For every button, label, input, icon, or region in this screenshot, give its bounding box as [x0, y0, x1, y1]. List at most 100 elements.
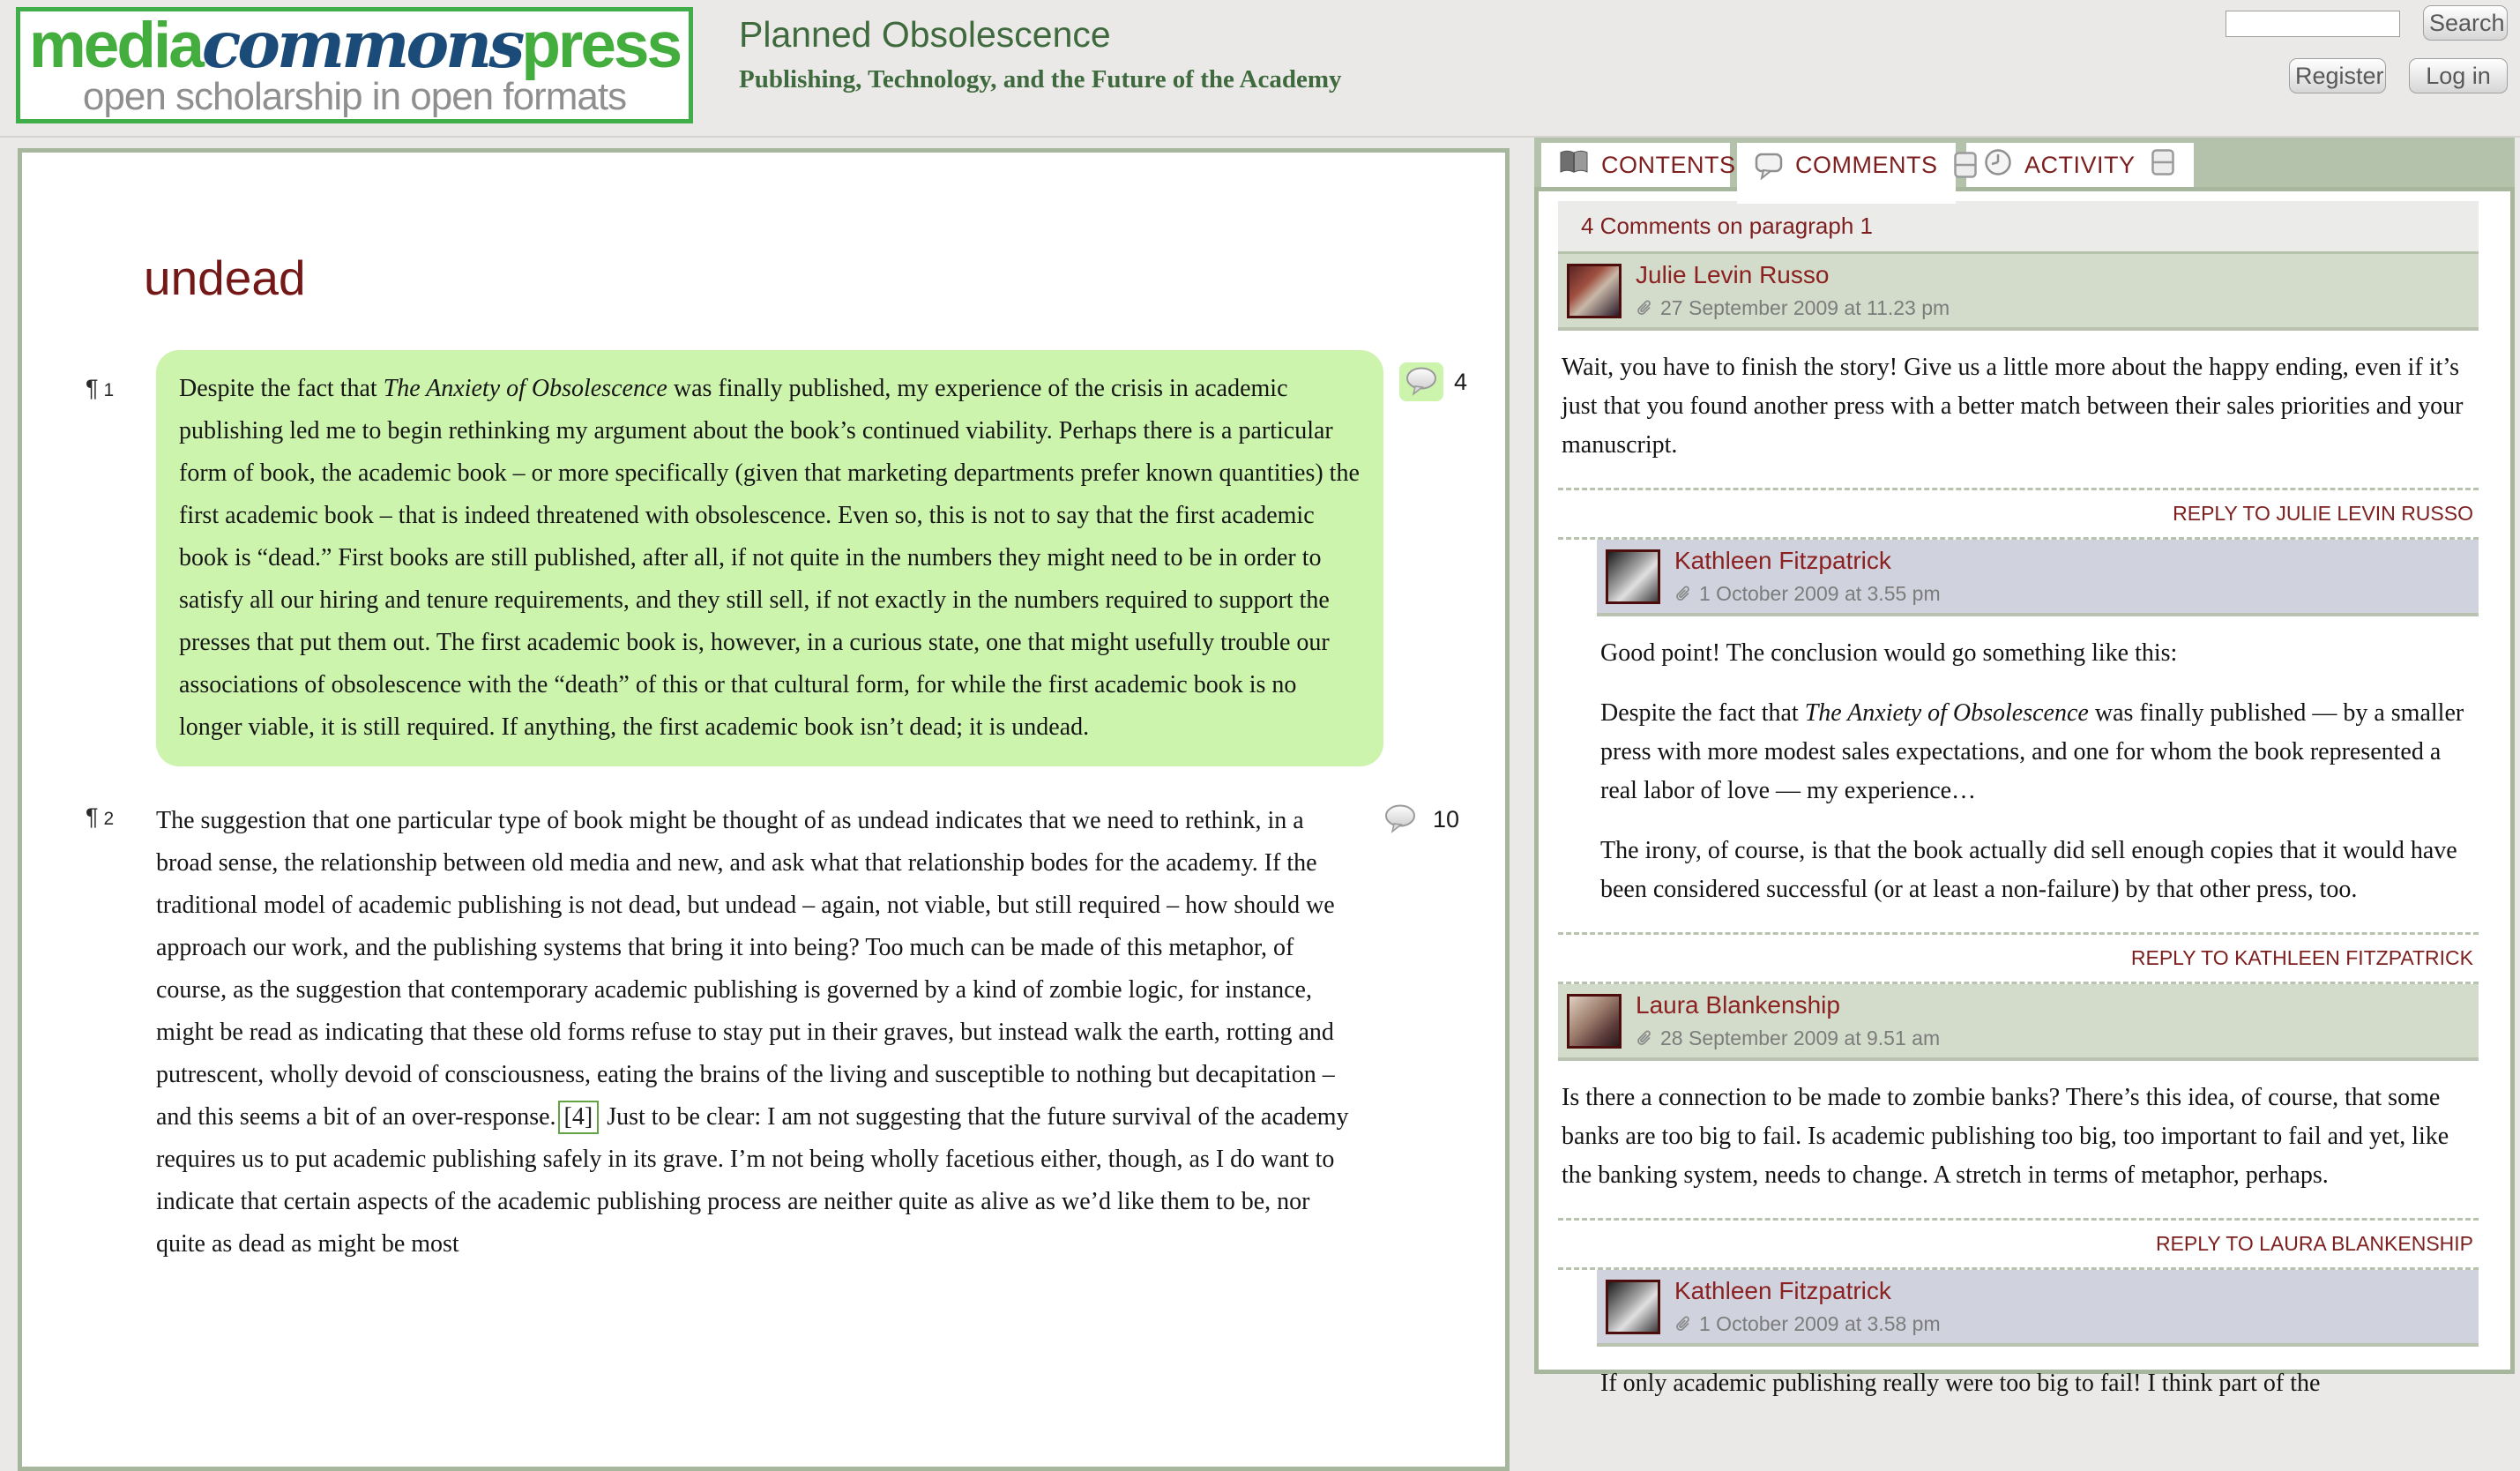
comment-header: Laura Blankenship 28 September 2009 at 9…	[1558, 984, 2479, 1061]
paragraph-number: 1	[104, 380, 115, 400]
comment-bubble-icon	[1399, 362, 1443, 401]
comment-date: 27 September 2009 at 11.23 pm	[1636, 296, 1950, 320]
paragraph-1-row: ¶1 Despite the fact that The Anxiety of …	[22, 350, 1505, 766]
paragraph-1-marker[interactable]: ¶1	[86, 350, 142, 402]
comments-count-bar: 4 Comments on paragraph 1	[1558, 201, 2479, 254]
comment-date-text: 27 September 2009 at 11.23 pm	[1660, 296, 1950, 320]
comments-panel: 4 Comments on paragraph 1 Julie Levin Ru…	[1534, 187, 2515, 1374]
comment-header: Kathleen Fitzpatrick 1 October 2009 at 3…	[1597, 1270, 2479, 1347]
logo-tagline: open scholarship in open formats	[83, 77, 626, 117]
tab-activity-label: ACTIVITY	[2024, 152, 2136, 179]
comment-laura-blankenship: Laura Blankenship 28 September 2009 at 9…	[1558, 984, 2479, 1270]
panel-toggle-icon[interactable]	[2151, 149, 2174, 182]
page-title: undead	[144, 250, 1505, 306]
paragraph-2-row: ¶2 The suggestion that one particular ty…	[22, 800, 1505, 1266]
search-button[interactable]: Search	[2423, 5, 2508, 41]
avatar[interactable]	[1606, 1280, 1660, 1334]
comment-date-text: 28 September 2009 at 9.51 am	[1660, 1027, 1940, 1050]
paragraph-1-comment-count[interactable]: 4	[1399, 362, 1467, 401]
permalink-icon[interactable]	[1636, 299, 1653, 318]
reply-label: REPLY TO LAURA BLANKENSHIP	[2156, 1232, 2473, 1255]
comment-date-text: 1 October 2009 at 3.55 pm	[1699, 582, 1941, 606]
comment-body: Is there a connection to be made to zomb…	[1558, 1061, 2479, 1218]
comment-kathleen-fitzpatrick-1: Kathleen Fitzpatrick 1 October 2009 at 3…	[1558, 540, 2479, 984]
avatar[interactable]	[1567, 264, 1622, 318]
logo-commons: commons	[202, 7, 522, 83]
reply-to-julie-link[interactable]: REPLY TO JULIE LEVIN RUSSO	[1558, 488, 2479, 540]
avatar[interactable]	[1606, 549, 1660, 604]
site-header: mediacommonspress open scholarship in op…	[0, 0, 2520, 138]
comment-meta: Kathleen Fitzpatrick 1 October 2009 at 3…	[1674, 1277, 1941, 1336]
comment-paragraph: If only academic publishing really were …	[1600, 1364, 2473, 1403]
permalink-icon[interactable]	[1636, 1029, 1653, 1049]
comment-body: If only academic publishing really were …	[1597, 1347, 2479, 1426]
permalink-icon[interactable]	[1674, 585, 1692, 604]
book-subtitle: Publishing, Technology, and the Future o…	[739, 65, 1342, 94]
comment-date: 1 October 2009 at 3.55 pm	[1674, 582, 1941, 606]
book-icon	[1559, 149, 1589, 182]
register-button[interactable]: Register	[2289, 58, 2386, 93]
comment-author-link[interactable]: Kathleen Fitzpatrick	[1674, 1277, 1941, 1305]
paragraph-number: 2	[104, 809, 115, 829]
comment-count-label: 4	[1454, 369, 1467, 396]
comment-paragraph: Is there a connection to be made to zomb…	[1562, 1079, 2473, 1195]
document-panel: undead ¶1 Despite the fact that The Anxi…	[18, 148, 1510, 1471]
comment-date: 28 September 2009 at 9.51 am	[1636, 1027, 1940, 1050]
paragraph-2-seg0: The suggestion that one particular type …	[156, 807, 1335, 1131]
search-input[interactable]	[2226, 11, 2400, 37]
book-title[interactable]: Planned Obsolescence	[739, 14, 1111, 56]
tab-comments-label: COMMENTS	[1795, 152, 1938, 179]
comment-author-link[interactable]: Julie Levin Russo	[1636, 261, 1950, 289]
comment-paragraph: Wait, you have to finish the story! Give…	[1562, 348, 2473, 465]
panel-toggle-icon[interactable]	[1954, 152, 1977, 184]
comment-bubble-icon	[1378, 800, 1422, 839]
tab-contents[interactable]: CONTENTS	[1541, 143, 1730, 187]
sidebar-tabs: CONTENTS COMMENTS ACTIVITY	[1534, 138, 2515, 187]
comment-meta: Julie Levin Russo 27 September 2009 at 1…	[1636, 261, 1950, 320]
logo-press: press	[521, 10, 680, 81]
comment-kathleen-fitzpatrick-2: Kathleen Fitzpatrick 1 October 2009 at 3…	[1558, 1270, 2479, 1426]
comment-body: Wait, you have to finish the story! Give…	[1558, 331, 2479, 488]
tab-contents-label: CONTENTS	[1601, 152, 1736, 179]
comment-date-text: 1 October 2009 at 3.58 pm	[1699, 1312, 1941, 1336]
comment-date: 1 October 2009 at 3.58 pm	[1674, 1312, 1941, 1336]
comment-paragraph: The irony, of course, is that the book a…	[1600, 832, 2473, 909]
footnote-4-link[interactable]: [4]	[558, 1101, 600, 1134]
pilcrow: ¶	[86, 803, 99, 830]
paragraph-2-text[interactable]: The suggestion that one particular type …	[156, 800, 1362, 1266]
paragraph-1-seg2: was finally published, my experience of …	[179, 375, 1360, 741]
tab-activity[interactable]: ACTIVITY	[1966, 143, 2194, 187]
comment-author-link[interactable]: Laura Blankenship	[1636, 991, 1940, 1019]
site-logo[interactable]: mediacommonspress open scholarship in op…	[16, 7, 693, 123]
paragraph-1-text[interactable]: Despite the fact that The Anxiety of Obs…	[156, 350, 1383, 766]
tab-comments[interactable]: COMMENTS	[1737, 143, 1956, 204]
reply-label: REPLY TO KATHLEEN FITZPATRICK	[2131, 946, 2473, 969]
comment-header: Kathleen Fitzpatrick 1 October 2009 at 3…	[1597, 540, 2479, 616]
comment-count-label: 10	[1433, 806, 1459, 833]
comment-book-title: The Anxiety of Obsolescence	[1805, 699, 2089, 727]
comment-bubble-icon	[1755, 152, 1783, 186]
comment-seg: Despite the fact that	[1600, 699, 1805, 727]
comment-author-link[interactable]: Kathleen Fitzpatrick	[1674, 547, 1941, 575]
comment-julie-levin-russo: Julie Levin Russo 27 September 2009 at 1…	[1558, 254, 2479, 540]
comment-paragraph: Good point! The conclusion would go some…	[1600, 634, 2473, 673]
comment-paragraph: Despite the fact that The Anxiety of Obs…	[1600, 694, 2473, 810]
paragraph-2-marker[interactable]: ¶2	[86, 800, 142, 831]
paragraph-1-book-title: The Anxiety of Obsolescence	[384, 375, 667, 402]
comment-meta: Kathleen Fitzpatrick 1 October 2009 at 3…	[1674, 547, 1941, 606]
reply-label: REPLY TO JULIE LEVIN RUSSO	[2173, 502, 2473, 525]
reply-to-laura-link[interactable]: REPLY TO LAURA BLANKENSHIP	[1558, 1218, 2479, 1270]
comment-header: Julie Levin Russo 27 September 2009 at 1…	[1558, 254, 2479, 331]
permalink-icon[interactable]	[1674, 1315, 1692, 1334]
pilcrow: ¶	[86, 375, 99, 401]
logo-media: media	[29, 10, 202, 81]
paragraph-2-comment-count[interactable]: 10	[1378, 800, 1459, 839]
login-button[interactable]: Log in	[2409, 58, 2508, 93]
comment-meta: Laura Blankenship 28 September 2009 at 9…	[1636, 991, 1940, 1050]
avatar[interactable]	[1567, 994, 1622, 1049]
logo-wordmark: mediacommonspress	[29, 14, 680, 77]
clock-icon	[1984, 148, 2012, 183]
reply-to-kathleen-link[interactable]: REPLY TO KATHLEEN FITZPATRICK	[1558, 932, 2479, 984]
paragraph-1-seg0: Despite the fact that	[179, 375, 384, 402]
comment-body: Good point! The conclusion would go some…	[1597, 616, 2479, 932]
